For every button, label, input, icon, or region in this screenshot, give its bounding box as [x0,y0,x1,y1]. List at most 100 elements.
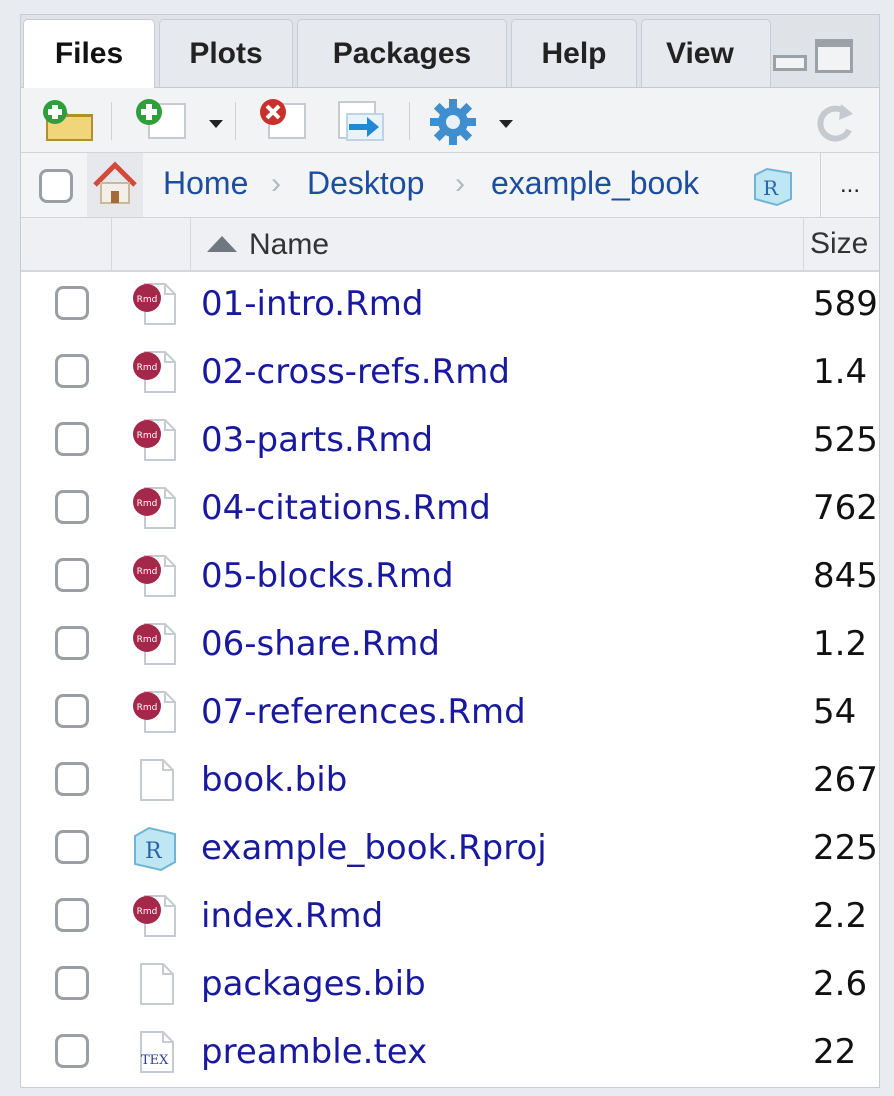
file-checkbox[interactable] [55,286,89,320]
gear-more-icon[interactable] [427,98,483,146]
tab-viewer[interactable]: View [641,19,771,87]
breadcrumb-example-book[interactable]: example_book [491,165,699,202]
file-name-link[interactable]: 04-citations.Rmd [201,488,491,528]
more-dropdown-icon[interactable] [499,120,513,128]
file-size: 589 [813,284,878,324]
file-checkbox[interactable] [55,966,89,1000]
svg-text:TEX: TEX [141,1053,169,1068]
file-name-link[interactable]: 02-cross-refs.Rmd [201,352,510,392]
blank-file-icon [140,759,174,801]
file-row[interactable]: Rmd index.Rmd 2.2 [21,884,879,952]
file-checkbox[interactable] [55,830,89,864]
file-name-link[interactable]: preamble.tex [201,1032,427,1072]
file-name-link[interactable]: packages.bib [201,964,426,1004]
file-row[interactable]: book.bib 267 [21,748,879,816]
file-checkbox[interactable] [55,626,89,660]
file-checkbox[interactable] [55,558,89,592]
rproj-file-icon: R [134,826,176,872]
rmd-file-icon: Rmd [133,895,176,937]
name-column-header[interactable]: Name [249,228,329,262]
blank-file-icon [140,963,174,1005]
file-size: 762 [813,488,878,528]
refresh-icon[interactable] [811,100,861,144]
file-checkbox[interactable] [55,1034,89,1068]
svg-text:Rmd: Rmd [137,907,158,917]
rmd-file-icon: Rmd [133,623,176,665]
tex-file-icon: TEX [140,1031,174,1073]
file-checkbox[interactable] [55,898,89,932]
chevron-right-icon: › [455,167,465,200]
file-name-link[interactable]: 01-intro.Rmd [201,284,423,324]
file-row[interactable]: Rmd 07-references.Rmd 54 [21,680,879,748]
maximize-pane-icon[interactable] [815,39,853,73]
tab-plots[interactable]: Plots [159,19,293,87]
rmd-file-icon: Rmd [133,419,176,461]
file-name-link[interactable]: 05-blocks.Rmd [201,556,454,596]
file-name-link[interactable]: example_book.Rproj [201,828,547,868]
rmd-file-icon: Rmd [133,691,176,733]
file-table-header: Name Size [21,218,879,272]
file-size: 2.2 [813,896,868,936]
file-size: 22 [813,1032,857,1072]
svg-text:Rmd: Rmd [137,635,158,645]
files-pane: Files Plots Packages Help View Home › De… [20,14,880,1088]
rmd-file-icon: Rmd [133,487,176,529]
file-name-link[interactable]: 03-parts.Rmd [201,420,433,460]
breadcrumb-home[interactable]: Home [163,165,248,202]
file-checkbox[interactable] [55,422,89,456]
size-column-header[interactable]: Size [803,218,868,270]
file-checkbox[interactable] [55,694,89,728]
file-row[interactable]: Rmd 06-share.Rmd 1.2 [21,612,879,680]
file-size: 1.2 [813,624,868,664]
svg-text:Rmd: Rmd [137,363,158,373]
file-checkbox[interactable] [55,354,89,388]
window-controls [771,39,853,73]
new-file-icon[interactable] [133,98,193,142]
svg-text:Rmd: Rmd [137,295,158,305]
file-size: 525 [813,420,878,460]
file-list: Rmd 01-intro.Rmd 589 Rmd 02-cross-refs.Rmd 1.… [21,272,879,1087]
chevron-right-icon: › [271,167,281,200]
file-row[interactable]: Rmd 03-parts.Rmd 525 [21,408,879,476]
file-name-link[interactable]: index.Rmd [201,896,383,936]
rmd-file-icon: Rmd [133,555,176,597]
sort-ascending-icon [207,236,237,252]
new-file-dropdown-icon[interactable] [209,120,223,128]
tab-files[interactable]: Files [23,19,155,88]
breadcrumb: Home › Desktop › example_book R ... [21,153,879,218]
delete-icon[interactable] [253,98,313,142]
home-icon[interactable] [87,153,143,217]
files-toolbar [21,88,879,153]
file-row[interactable]: Rexample_book.Rproj 225 [21,816,879,884]
rmd-file-icon: Rmd [133,351,176,393]
svg-text:Rmd: Rmd [137,431,158,441]
breadcrumb-desktop[interactable]: Desktop [307,165,424,202]
file-row[interactable]: Rmd 04-citations.Rmd 762 [21,476,879,544]
tab-packages[interactable]: Packages [297,19,507,87]
svg-text:Rmd: Rmd [137,567,158,577]
tab-help[interactable]: Help [511,19,637,87]
file-size: 225 [813,828,878,868]
file-row[interactable]: Rmd 05-blocks.Rmd 845 [21,544,879,612]
file-row[interactable]: TEX preamble.tex 22 [21,1020,879,1087]
more-path-button[interactable]: ... [820,153,879,217]
file-size: 54 [813,692,857,732]
select-all-checkbox[interactable] [39,169,73,203]
minimize-pane-icon[interactable] [771,39,809,73]
file-size: 1.4 [813,352,868,392]
file-name-link[interactable]: 07-references.Rmd [201,692,526,732]
new-folder-icon[interactable] [39,98,99,142]
rproj-icon: R [754,167,792,207]
rename-icon[interactable] [333,98,393,142]
file-size: 267 [813,760,878,800]
file-row[interactable]: Rmd 02-cross-refs.Rmd 1.4 [21,340,879,408]
file-checkbox[interactable] [55,762,89,796]
file-checkbox[interactable] [55,490,89,524]
file-size: 2.6 [813,964,868,1004]
file-row[interactable]: Rmd 01-intro.Rmd 589 [21,272,879,340]
file-name-link[interactable]: book.bib [201,760,347,800]
file-name-link[interactable]: 06-share.Rmd [201,624,440,664]
pane-tab-bar: Files Plots Packages Help View [21,15,879,88]
file-row[interactable]: packages.bib 2.6 [21,952,879,1020]
svg-text:R: R [763,176,779,200]
